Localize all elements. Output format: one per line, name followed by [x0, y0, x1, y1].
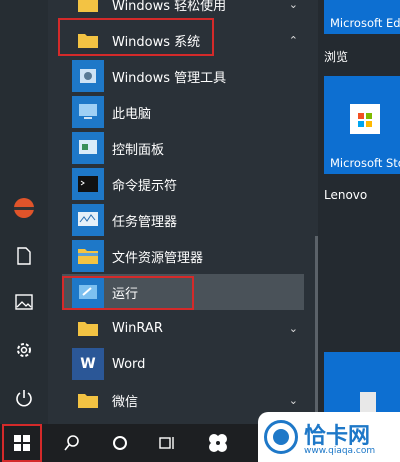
computer-icon: [72, 96, 104, 128]
recycle-bin-icon: [360, 392, 376, 412]
settings-gear-icon[interactable]: [12, 338, 36, 362]
tiles-area: Microsoft Edge 浏览 Microsoft Store Lenovo: [318, 0, 400, 424]
task-manager-icon: [72, 204, 104, 236]
chevron-down-icon: ⌄: [288, 393, 298, 407]
app-label: Windows 轻松使用: [112, 0, 227, 14]
store-icon: [350, 104, 380, 134]
app-label: 任务管理器: [112, 214, 178, 230]
word-letter: W: [80, 356, 96, 372]
pinwheel-icon[interactable]: [196, 424, 240, 462]
watermark-logo: [264, 420, 298, 454]
app-label: 微信: [112, 394, 139, 410]
chevron-down-icon: ⌄: [288, 321, 298, 335]
highlight-windows-system: [58, 18, 214, 56]
group-title-browse: 浏览: [324, 50, 349, 64]
word-icon: W: [72, 348, 104, 380]
app-winrar[interactable]: WinRAR ⌄: [48, 310, 314, 346]
app-label: Windows 管理工具: [112, 70, 227, 86]
app-label: WinRAR: [112, 320, 163, 336]
watermark-url: www.qiaqa.com: [304, 446, 376, 456]
watermark: 恰卡网 www.qiaqa.com: [258, 412, 400, 462]
folder-icon: [72, 384, 104, 416]
task-view-icon[interactable]: [146, 424, 190, 462]
folder-icon: [72, 0, 104, 20]
chevron-up-icon: ⌃: [288, 33, 298, 47]
folder-icon: [72, 312, 104, 344]
app-task-manager[interactable]: 任务管理器: [48, 202, 314, 238]
user-avatar[interactable]: [12, 196, 36, 220]
app-label: 控制面板: [112, 142, 165, 158]
app-control-panel[interactable]: 控制面板: [48, 130, 314, 166]
cortana-icon[interactable]: [98, 424, 142, 462]
search-icon[interactable]: [50, 424, 94, 462]
tile-label: Microsoft Edge: [330, 16, 400, 30]
app-list: Windows 轻松使用 ⌄ Windows 系统 ⌃ Windows 管理工具…: [48, 0, 314, 424]
control-panel-icon: [72, 132, 104, 164]
windows-start-icon[interactable]: [2, 424, 42, 462]
app-label: 此电脑: [112, 106, 152, 122]
command-prompt-icon: [72, 168, 104, 200]
app-this-pc[interactable]: 此电脑: [48, 94, 314, 130]
app-label: 文件资源管理器: [112, 250, 204, 266]
app-command-prompt[interactable]: 命令提示符: [48, 166, 314, 202]
tile-microsoft-store[interactable]: Microsoft Store: [324, 76, 400, 174]
highlight-run: [62, 276, 194, 310]
tile-label: Microsoft Store: [330, 156, 400, 170]
app-admin-tools[interactable]: Windows 管理工具: [48, 58, 314, 94]
tile-microsoft-edge[interactable]: Microsoft Edge: [324, 0, 400, 34]
app-word[interactable]: W Word: [48, 346, 314, 382]
app-file-explorer[interactable]: 文件资源管理器: [48, 238, 314, 274]
documents-icon[interactable]: [12, 244, 36, 268]
chevron-down-icon: ⌄: [288, 0, 298, 11]
app-label: Word: [112, 356, 146, 372]
start-left-rail: [0, 0, 48, 424]
pictures-icon[interactable]: [12, 290, 36, 314]
group-title-lenovo: Lenovo: [324, 188, 368, 202]
power-icon[interactable]: [12, 386, 36, 410]
app-label: 命令提示符: [112, 178, 178, 194]
admin-tools-icon: [72, 60, 104, 92]
file-explorer-icon: [72, 240, 104, 272]
